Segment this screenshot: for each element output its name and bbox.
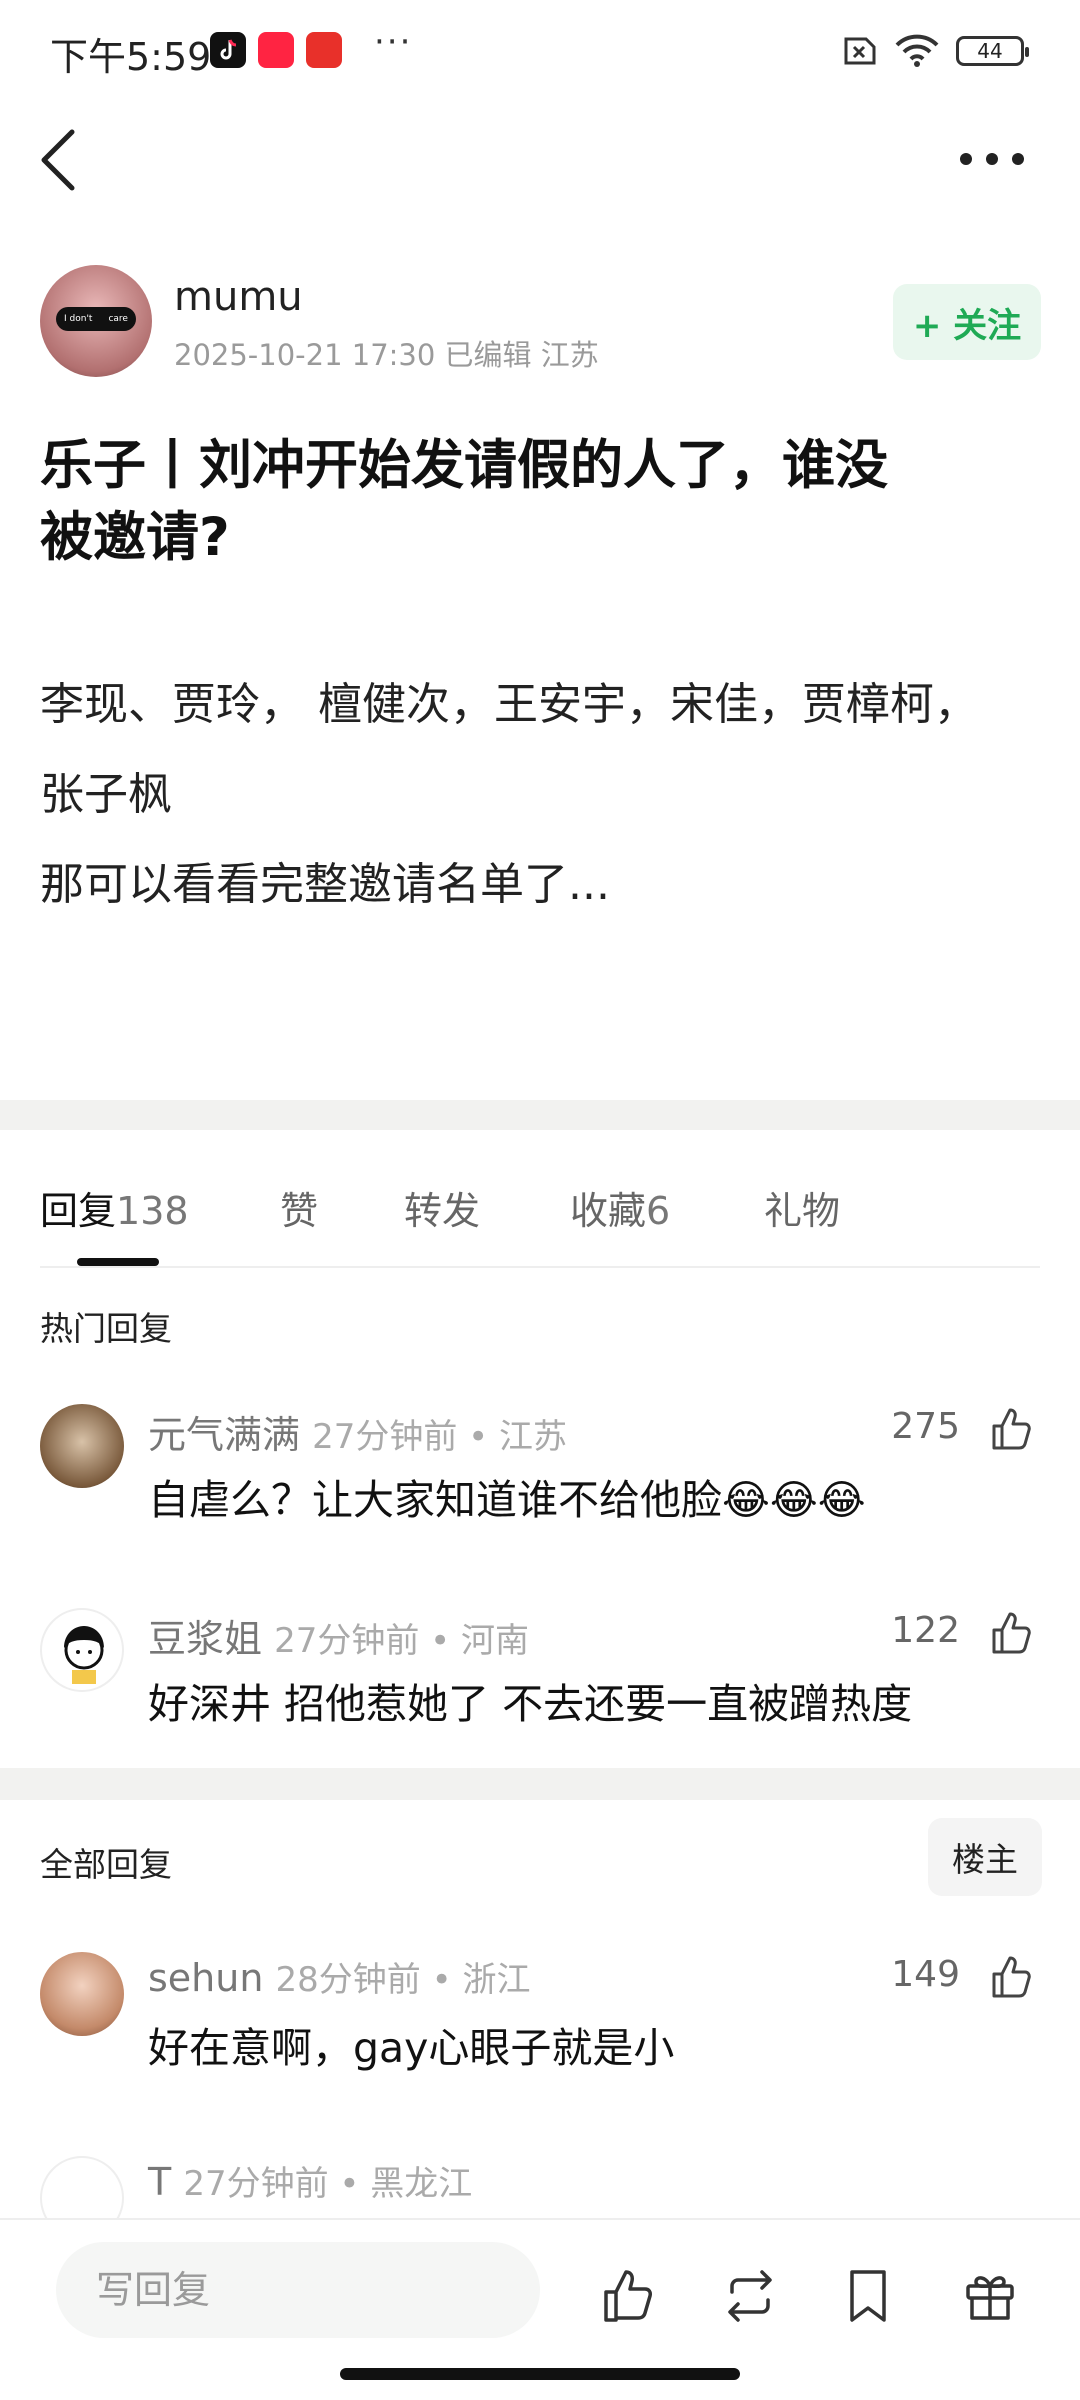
comment-text: 好在意啊，gay心眼子就是小: [148, 2024, 675, 2072]
tab-replies[interactable]: 回复138: [40, 1180, 189, 1235]
repost-icon[interactable]: [720, 2266, 780, 2326]
follow-button[interactable]: + 关注: [893, 284, 1041, 360]
hot-replies-title: 热门回复: [40, 1309, 172, 1348]
comment-meta: 27分钟前 • 河南: [274, 1621, 530, 1661]
comment-text: 好深井 招他惹她了 不去还要一直被蹭热度: [148, 1680, 913, 1728]
section-separator: [0, 1100, 1080, 1130]
post-body: 李现、贾玲， 檀健次，王安宇，宋佳，贾樟柯， 张子枫 那可以看看完整邀请名单了.…: [40, 660, 1050, 930]
like-icon[interactable]: [598, 2266, 658, 2326]
post-meta: 2025-10-21 17:30 已编辑 江苏: [174, 338, 599, 372]
home-indicator[interactable]: [340, 2368, 740, 2380]
commenter-name[interactable]: T 27分钟前 • 黑龙江: [148, 2156, 472, 2205]
section-separator: [0, 1768, 1080, 1800]
like-count: 275: [891, 1406, 960, 1447]
avatar-glasses: I don't care: [56, 307, 136, 331]
dot-icon: [960, 153, 972, 165]
comment-meta: 28分钟前 • 浙江: [275, 1960, 531, 2000]
comment-item: 豆浆姐 27分钟前 • 河南 好深井 招他惹她了 不去还要一直被蹭热度 122: [0, 1608, 1080, 1748]
comment-meta: 27分钟前 • 江苏: [312, 1417, 568, 1457]
more-options-button[interactable]: [960, 148, 1024, 170]
post-body-line: 李现、贾玲， 檀健次，王安宇，宋佳，贾樟柯，: [40, 679, 978, 730]
post-body-line: 张子枫: [40, 769, 172, 820]
author-name[interactable]: mumu: [174, 274, 303, 320]
tiktok-icon: [210, 32, 246, 68]
thumbs-up-icon[interactable]: [986, 1404, 1036, 1454]
comment-item: T 27分钟前 • 黑龙江: [0, 2156, 1080, 2240]
dot-icon: [1012, 153, 1024, 165]
chevron-left-icon: [41, 129, 75, 191]
commenter-name[interactable]: sehun 28分钟前 • 浙江: [148, 1952, 530, 2001]
tab-gifts[interactable]: 礼物: [764, 1180, 840, 1235]
no-sim-icon: [844, 37, 876, 65]
comment-text: 自虐么？让大家知道谁不给他脸😂😂😂: [148, 1476, 866, 1524]
comment-meta: 27分钟前 • 黑龙江: [183, 2164, 473, 2204]
commenter-avatar[interactable]: [40, 1608, 124, 1692]
author-avatar[interactable]: I don't care: [40, 265, 152, 377]
dot-icon: [986, 153, 998, 165]
wifi-icon: [895, 34, 939, 67]
xiaohongshu-icon: [258, 32, 294, 68]
all-replies-title: 全部回复: [40, 1845, 172, 1884]
thumbs-up-icon[interactable]: [986, 1608, 1036, 1658]
status-more-dots: ···: [374, 22, 413, 62]
op-only-button[interactable]: 楼主: [928, 1818, 1042, 1896]
commenter-avatar[interactable]: [40, 1952, 124, 2036]
news-app-icon: [306, 32, 342, 68]
commenter-name[interactable]: 豆浆姐 27分钟前 • 河南: [148, 1608, 529, 1663]
status-bar: 下午5:59 ··· 44: [0, 0, 1080, 100]
bookmark-icon[interactable]: [838, 2266, 898, 2326]
tab-collections[interactable]: 收藏6: [570, 1180, 670, 1235]
tab-likes[interactable]: 赞: [280, 1180, 318, 1235]
reply-input[interactable]: 写回复: [56, 2242, 540, 2338]
tab-forwards[interactable]: 转发: [404, 1180, 480, 1235]
like-count: 149: [891, 1954, 960, 1995]
post-body-line: 那可以看看完整邀请名单了...: [40, 859, 610, 910]
status-time: 下午5:59: [50, 35, 212, 79]
commenter-name[interactable]: 元气满满 27分钟前 • 江苏: [148, 1404, 567, 1459]
comment-item: sehun 28分钟前 • 浙江 好在意啊，gay心眼子就是小 149: [0, 1952, 1080, 2092]
back-button[interactable]: [32, 122, 92, 198]
thumbs-up-icon[interactable]: [986, 1952, 1036, 2002]
active-tab-indicator: [77, 1258, 159, 1266]
gift-icon[interactable]: [960, 2266, 1020, 2326]
like-count: 122: [891, 1610, 960, 1651]
commenter-avatar[interactable]: [40, 1404, 124, 1488]
battery-indicator: 44: [956, 36, 1029, 66]
post-title: 乐子丨刘冲开始发请假的人了，谁没 被邀请?: [40, 435, 888, 568]
divider: [40, 1266, 1040, 1268]
comment-item: 元气满满 27分钟前 • 江苏 自虐么？让大家知道谁不给他脸😂😂😂 275: [0, 1404, 1080, 1544]
